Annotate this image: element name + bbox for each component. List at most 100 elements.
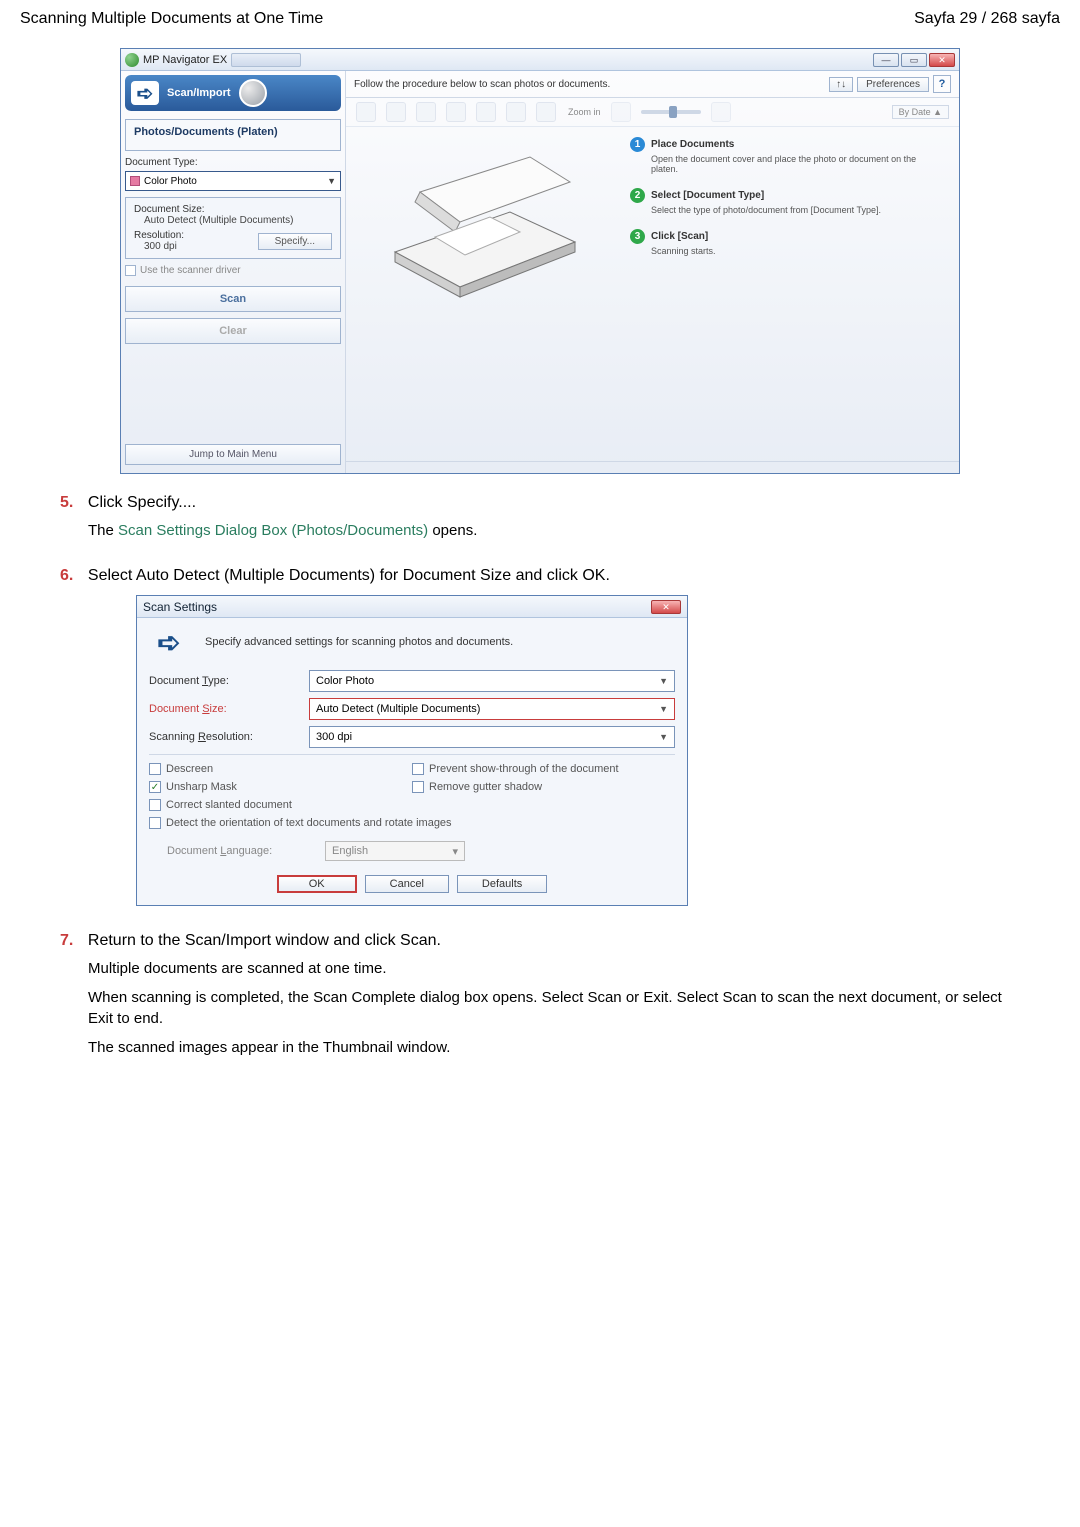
doc-size-value: Auto Detect (Multiple Documents) bbox=[144, 215, 332, 226]
resolution-value: 300 dpi bbox=[144, 241, 184, 252]
ss-resolution-value: 300 dpi bbox=[316, 731, 352, 743]
step-6-text: Select Auto Detect (Multiple Documents) … bbox=[88, 567, 610, 584]
help-button[interactable]: ? bbox=[933, 75, 951, 93]
orient-label: Detect the orientation of text documents… bbox=[166, 817, 452, 829]
chevron-down-icon: ▼ bbox=[659, 676, 668, 686]
clear-button[interactable]: Clear bbox=[125, 318, 341, 344]
ss-resolution-label: Scanning Resolution: bbox=[149, 731, 309, 743]
step-5-sub-suffix: opens. bbox=[428, 522, 477, 539]
page-number: Sayfa 29 / 268 sayfa bbox=[914, 10, 1060, 28]
scanner-illustration bbox=[360, 137, 610, 307]
mp-navigator-window: MP Navigator EX — ▭ ✕ ➪ Scan/Import Phot… bbox=[120, 48, 960, 474]
image-icon[interactable] bbox=[536, 102, 556, 122]
globe-icon[interactable] bbox=[239, 79, 267, 107]
step-2-title: Select [Document Type] bbox=[651, 190, 764, 201]
slanted-label: Correct slanted document bbox=[166, 799, 292, 811]
descreen-label: Descreen bbox=[166, 763, 213, 775]
step-1-title: Place Documents bbox=[651, 139, 734, 150]
photos-documents-panel: Photos/Documents (Platen) bbox=[125, 119, 341, 151]
doc-language-label: Document Language: bbox=[167, 845, 317, 857]
step-7-sub2: When scanning is completed, the Scan Com… bbox=[88, 987, 1020, 1029]
thumb-icon[interactable] bbox=[386, 102, 406, 122]
ss-doc-type-label: Document Type: bbox=[149, 675, 309, 687]
scan-button[interactable]: Scan bbox=[125, 286, 341, 312]
doc-type-dropdown[interactable]: Color Photo ▼ bbox=[125, 171, 341, 191]
sort-button[interactable]: ↑↓ bbox=[829, 77, 853, 92]
zoom-slider[interactable] bbox=[641, 110, 701, 114]
step-7-sub1: Multiple documents are scanned at one ti… bbox=[88, 958, 1020, 979]
doc-size-label: Document Size: bbox=[134, 204, 332, 215]
use-scanner-driver-label: Use the scanner driver bbox=[140, 265, 241, 276]
scan-settings-dialog: Scan Settings ✕ ➪ Specify advanced setti… bbox=[136, 595, 688, 906]
color-swatch-icon bbox=[130, 176, 140, 186]
chevron-down-icon: ▼ bbox=[659, 732, 668, 742]
scan-import-header[interactable]: ➪ Scan/Import bbox=[125, 75, 341, 111]
chevron-down-icon: ▾ bbox=[452, 845, 458, 858]
rotate-left-icon[interactable] bbox=[416, 102, 436, 122]
step-5-sub-prefix: The bbox=[88, 522, 118, 539]
jump-main-menu-button[interactable]: Jump to Main Menu bbox=[125, 444, 341, 465]
step-3-sub: Scanning starts. bbox=[651, 246, 945, 256]
close-button[interactable]: ✕ bbox=[929, 53, 955, 67]
ss-doc-type-dropdown[interactable]: Color Photo ▼ bbox=[309, 670, 675, 692]
arrow-icon: ➪ bbox=[149, 626, 189, 658]
chevron-down-icon: ▼ bbox=[659, 704, 668, 714]
step-number-5: 5. bbox=[60, 494, 84, 512]
ss-doc-size-dropdown[interactable]: Auto Detect (Multiple Documents) ▼ bbox=[309, 698, 675, 720]
remove-gutter-checkbox[interactable]: Remove gutter shadow bbox=[412, 781, 675, 793]
checkbox-icon[interactable] bbox=[125, 265, 136, 276]
chevron-down-icon: ▼ bbox=[327, 176, 336, 186]
unsharp-mask-checkbox[interactable]: ✓Unsharp Mask bbox=[149, 781, 412, 793]
correct-slanted-checkbox[interactable]: Correct slanted document bbox=[149, 799, 675, 811]
arrow-icon: ➪ bbox=[131, 81, 159, 105]
doc-step-7: 7. Return to the Scan/Import window and … bbox=[60, 932, 1020, 1058]
doc-type-label: Document Type: bbox=[125, 157, 341, 168]
ss-doc-size-value: Auto Detect (Multiple Documents) bbox=[316, 703, 480, 715]
step-1-sub: Open the document cover and place the ph… bbox=[651, 154, 945, 174]
doc-step-6: 6. Select Auto Detect (Multiple Document… bbox=[60, 567, 1020, 906]
ok-button[interactable]: OK bbox=[277, 875, 357, 893]
step-3-title: Click [Scan] bbox=[651, 231, 708, 242]
doc-language-value: English bbox=[332, 845, 368, 857]
scan-settings-dialog-link[interactable]: Scan Settings Dialog Box (Photos/Documen… bbox=[118, 522, 428, 539]
ss-doc-type-value: Color Photo bbox=[316, 675, 374, 687]
doc-type-value: Color Photo bbox=[144, 176, 197, 187]
use-scanner-driver-row[interactable]: Use the scanner driver bbox=[125, 265, 341, 276]
titlebar-tab bbox=[231, 53, 301, 67]
sort-by-date-dropdown[interactable]: By Date ▲ bbox=[892, 105, 949, 119]
zoom-out-icon[interactable] bbox=[611, 102, 631, 122]
status-bar bbox=[346, 461, 959, 473]
detect-orientation-checkbox[interactable]: Detect the orientation of text documents… bbox=[149, 817, 675, 829]
page-title: Scanning Multiple Documents at One Time bbox=[20, 10, 323, 28]
toolbar-hint: Follow the procedure below to scan photo… bbox=[354, 79, 610, 90]
prevent-showthrough-checkbox[interactable]: Prevent show-through of the document bbox=[412, 763, 675, 775]
dialog-close-button[interactable]: ✕ bbox=[651, 600, 681, 614]
ss-resolution-dropdown[interactable]: 300 dpi ▼ bbox=[309, 726, 675, 748]
descreen-checkbox[interactable]: Descreen bbox=[149, 763, 412, 775]
step-2-sub: Select the type of photo/document from [… bbox=[651, 205, 945, 215]
dialog-title: Scan Settings bbox=[143, 600, 217, 614]
main-area: Follow the procedure below to scan photo… bbox=[346, 71, 959, 473]
scan-import-label: Scan/Import bbox=[167, 87, 231, 99]
crop-icon[interactable] bbox=[506, 102, 526, 122]
toolbar: Follow the procedure below to scan photo… bbox=[346, 71, 959, 98]
dialog-intro: Specify advanced settings for scanning p… bbox=[205, 636, 513, 648]
titlebar: MP Navigator EX — ▭ ✕ bbox=[121, 49, 959, 71]
defaults-button[interactable]: Defaults bbox=[457, 875, 547, 893]
step-badge-3: 3 bbox=[630, 229, 645, 244]
step-number-7: 7. bbox=[60, 932, 84, 950]
zoom-in-icon[interactable] bbox=[711, 102, 731, 122]
preferences-button[interactable]: Preferences bbox=[857, 77, 929, 92]
specify-button[interactable]: Specify... bbox=[258, 233, 332, 250]
step-badge-1: 1 bbox=[630, 137, 645, 152]
instruction-steps: 1 Place Documents Open the document cover… bbox=[630, 137, 945, 451]
cancel-button[interactable]: Cancel bbox=[365, 875, 449, 893]
app-title: MP Navigator EX bbox=[143, 54, 227, 66]
zoom-icon[interactable] bbox=[476, 102, 496, 122]
grid-icon[interactable] bbox=[356, 102, 376, 122]
step-number-6: 6. bbox=[60, 567, 84, 585]
minimize-button[interactable]: — bbox=[873, 53, 899, 67]
rotate-right-icon[interactable] bbox=[446, 102, 466, 122]
maximize-button[interactable]: ▭ bbox=[901, 53, 927, 67]
step-badge-2: 2 bbox=[630, 188, 645, 203]
